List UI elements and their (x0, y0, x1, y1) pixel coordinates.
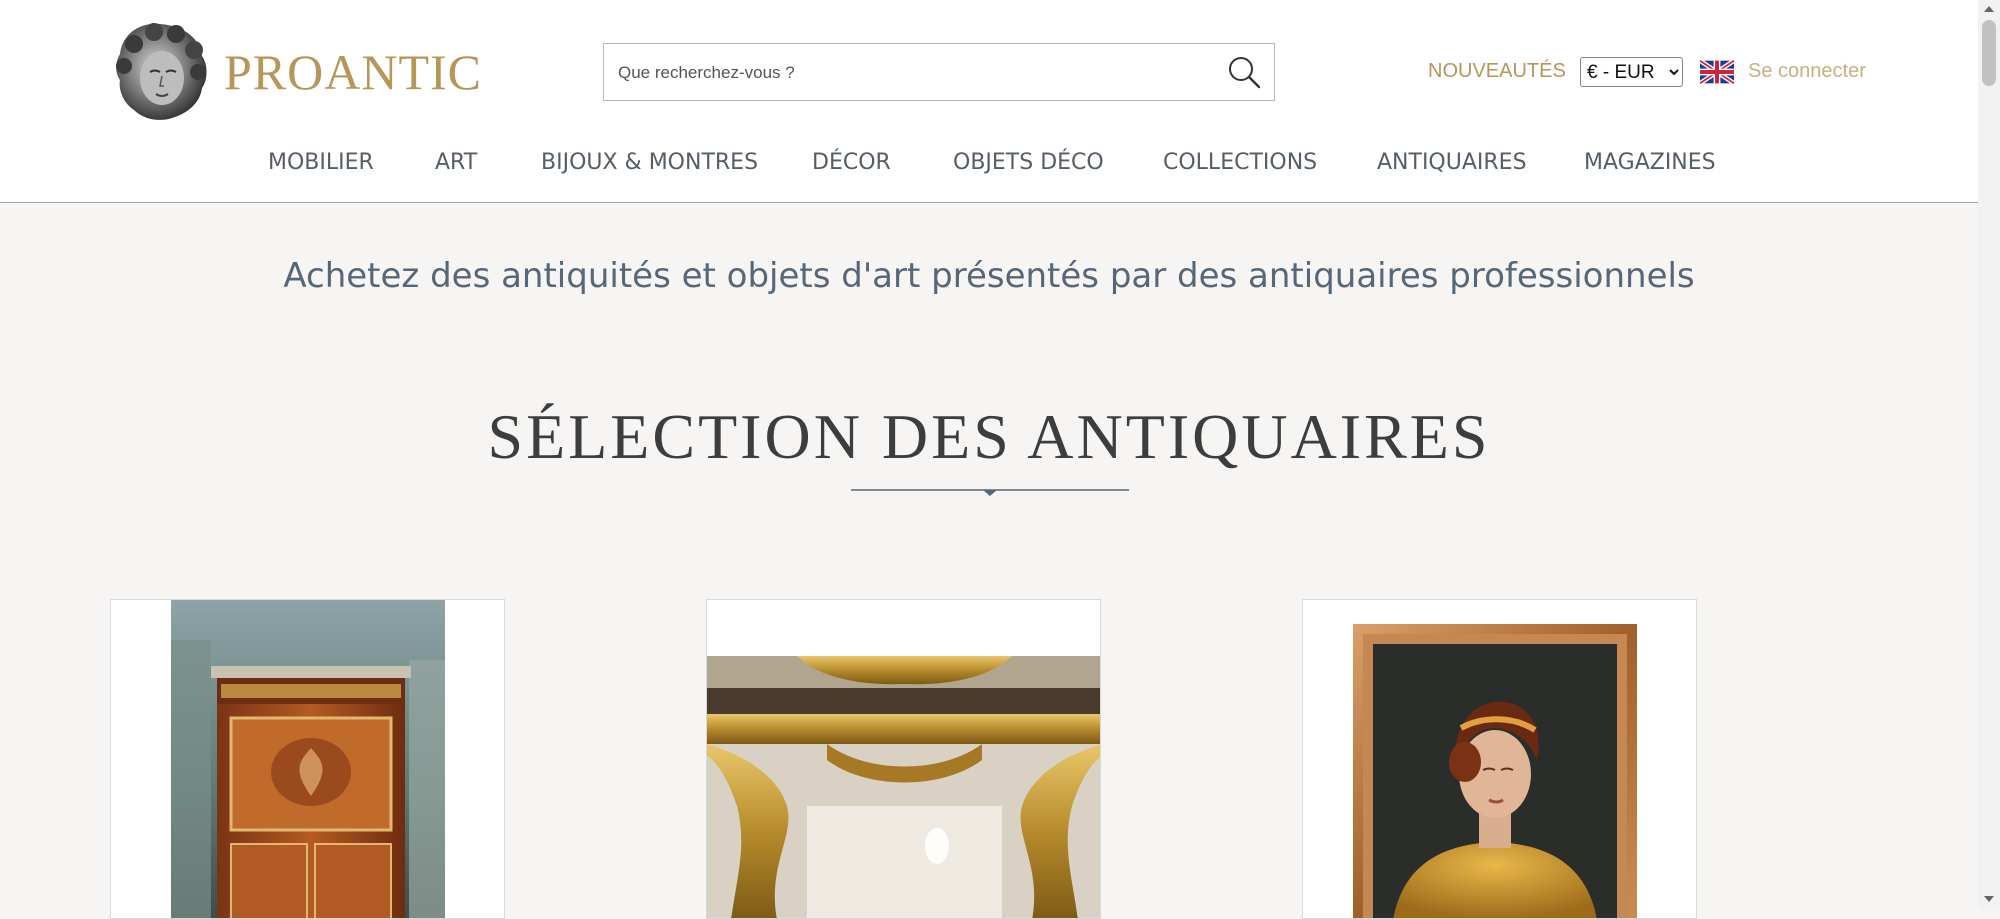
scroll-thumb[interactable] (1982, 20, 1996, 86)
login-link[interactable]: Se connecter (1748, 60, 1866, 83)
nav-item-art[interactable]: ART (435, 150, 477, 175)
hero-tagline: Achetez des antiquités et objets d'art p… (283, 256, 1695, 296)
search-bar (603, 43, 1275, 102)
logo-link[interactable]: PROANTIC (110, 20, 482, 124)
search-input[interactable] (616, 44, 1200, 102)
nav-item-magazines[interactable]: MAGAZINES (1584, 150, 1716, 175)
search-icon[interactable] (1226, 54, 1262, 90)
nav-item-objets-deco[interactable]: OBJETS DÉCO (953, 150, 1104, 175)
currency-select[interactable]: € - EUR (1580, 57, 1683, 87)
nav-item-antiquaires[interactable]: ANTIQUAIRES (1377, 150, 1527, 175)
nav-item-collections[interactable]: COLLECTIONS (1163, 150, 1317, 175)
title-divider (851, 489, 1129, 496)
nav-item-mobilier[interactable]: MOBILIER (268, 150, 374, 175)
uk-flag-icon[interactable] (1700, 60, 1734, 84)
product-card[interactable] (1302, 599, 1697, 919)
nav-item-decor[interactable]: DÉCOR (812, 150, 891, 175)
page-scrollbar[interactable] (1978, 0, 2000, 908)
scroll-down-arrow-icon[interactable] (1984, 896, 1994, 902)
product-card[interactable] (110, 599, 505, 919)
nav-item-bijoux-montres[interactable]: BIJOUX & MONTRES (541, 150, 758, 175)
scroll-up-arrow-icon[interactable] (1984, 6, 1994, 12)
nouveautes-link[interactable]: NOUVEAUTÉS (1428, 60, 1566, 83)
portrait-painting-image[interactable] (1353, 624, 1637, 919)
site-header: PROANTIC NOUVEAUTÉS € - EUR Se connecter… (0, 0, 1978, 203)
brand-name: PROANTIC (224, 44, 483, 100)
product-card[interactable] (706, 599, 1101, 919)
main-navigation: MOBILIER ART BIJOUX & MONTRES DÉCOR OBJE… (0, 140, 1978, 190)
section-title: SÉLECTION DES ANTIQUAIRES (487, 401, 1491, 472)
cherub-head-logo-icon (116, 23, 207, 120)
gilded-console-image[interactable] (707, 656, 1101, 919)
marquetry-secretary-image[interactable] (171, 600, 445, 919)
